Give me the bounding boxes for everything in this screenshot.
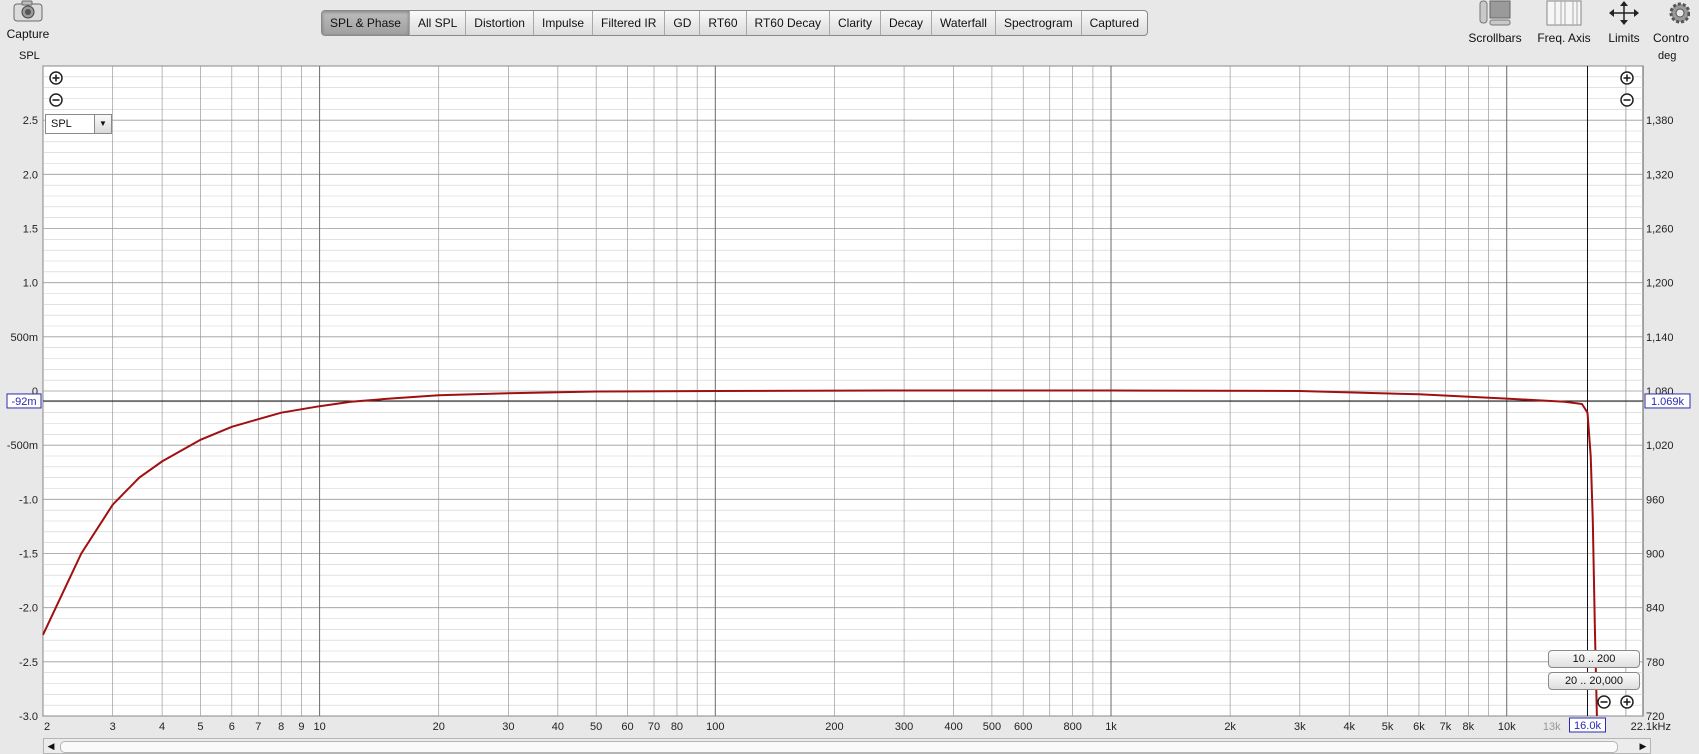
range-button-20-20000[interactable]: 20 .. 20,000: [1548, 672, 1640, 690]
x-tick-label: 80: [671, 721, 683, 733]
scroll-thumb[interactable]: [60, 741, 1618, 753]
y2-tick-label: 1,020: [1646, 440, 1674, 452]
y-tick-label: -1.0: [19, 494, 38, 506]
y2-tick-label: 900: [1646, 549, 1664, 561]
y-tick-label: -500m: [7, 440, 38, 452]
x-tick-label: 2k: [1224, 721, 1236, 733]
gear-icon: [1669, 2, 1691, 24]
y-tick-label: -3.0: [19, 711, 38, 723]
scrollbars-icon: [1479, 0, 1511, 26]
y2-tick-label: 1,140: [1646, 332, 1674, 344]
capture-button[interactable]: Capture: [6, 0, 50, 41]
cursor-left-value: -92m: [11, 396, 36, 408]
y2-tick-label: 960: [1646, 494, 1664, 506]
y2-tick-label: 840: [1646, 603, 1664, 615]
x-tick-label: 3: [110, 721, 116, 733]
y-tick-label: -2.0: [19, 603, 38, 615]
freq-axis-label: Freq. Axis: [1537, 31, 1591, 45]
y-tick-label: 2.0: [23, 169, 38, 181]
x-tick-label: 8k: [1463, 721, 1475, 733]
x-tick-label: 1k: [1105, 721, 1117, 733]
scroll-left-arrow-icon[interactable]: ◀: [44, 739, 58, 753]
x-tick-label: 4k: [1343, 721, 1355, 733]
limits-button[interactable]: Limits: [1601, 0, 1647, 45]
x-tick-label: 200: [825, 721, 843, 733]
horizontal-scrollbar[interactable]: ◀ ▶: [43, 738, 1651, 754]
y-tick-label: 1.0: [23, 278, 38, 290]
trace-select-value: SPL: [51, 118, 72, 130]
tab-decay[interactable]: Decay: [881, 11, 933, 35]
freq-axis-button[interactable]: Freq. Axis: [1536, 0, 1592, 45]
x-tick-label: 10k: [1498, 721, 1516, 733]
x-tick-label: 50: [590, 721, 602, 733]
controls-label: Contro: [1653, 31, 1690, 45]
tab-spl-phase[interactable]: SPL & Phase: [322, 11, 410, 35]
trace-select[interactable]: SPL ▼: [45, 114, 112, 134]
toolbar: Capture SPL & Phase All SPL Distortion Impu…: [0, 0, 1699, 58]
tab-rt60-decay[interactable]: RT60 Decay: [747, 11, 830, 35]
x-tick-label: 5: [197, 721, 203, 733]
x-tick-label: 60: [621, 721, 633, 733]
tab-distortion[interactable]: Distortion: [466, 11, 534, 35]
tab-waterfall[interactable]: Waterfall: [932, 11, 996, 35]
x-tick-label: 600: [1014, 721, 1032, 733]
limits-label: Limits: [1608, 31, 1640, 45]
x-tick-label: 6k: [1413, 721, 1425, 733]
x-tick-label: 10: [313, 721, 325, 733]
y-tick-label: -1.5: [19, 549, 38, 561]
y2-tick-label: 1,380: [1646, 115, 1674, 127]
x-tick-label: 9: [298, 721, 304, 733]
x-tick-label: 70: [648, 721, 660, 733]
cursor-right-value: 1.069k: [1651, 396, 1685, 408]
chevron-down-icon: ▼: [94, 115, 111, 133]
x-tick-label: 20: [433, 721, 445, 733]
x-tick-label: 300: [895, 721, 913, 733]
controls-button[interactable]: Contro: [1653, 0, 1699, 45]
scrollbars-label: Scrollbars: [1468, 31, 1522, 45]
x-tick-label: 7k: [1440, 721, 1452, 733]
x-tick-label: 4: [159, 721, 165, 733]
x-tick-label: 13k: [1543, 721, 1561, 733]
x-tick-label: 500: [983, 721, 1001, 733]
tab-all-spl[interactable]: All SPL: [410, 11, 467, 35]
freq-axis-icon: [1546, 0, 1582, 26]
tab-filtered-ir[interactable]: Filtered IR: [593, 11, 666, 35]
y-tick-label: 500m: [10, 332, 38, 344]
camera-icon: [13, 0, 43, 22]
x-tick-label: 100: [706, 721, 724, 733]
x-tick-label: 2: [44, 721, 50, 733]
tab-bar: SPL & Phase All SPL Distortion Impulse Filte…: [321, 10, 1149, 36]
cursor-freq-value: 16.0k: [1574, 720, 1601, 732]
y-tick-label: 2.5: [23, 115, 38, 127]
x-tick-label: 30: [502, 721, 514, 733]
tab-impulse[interactable]: Impulse: [534, 11, 594, 35]
x-tick-label: 3k: [1294, 721, 1306, 733]
x-tick-label: 7: [255, 721, 261, 733]
x-tick-label: 8: [278, 721, 284, 733]
y-tick-label: -2.5: [19, 657, 38, 669]
tab-spectrogram[interactable]: Spectrogram: [996, 11, 1082, 35]
capture-label: Capture: [6, 27, 50, 41]
y-tick-label: 1.5: [23, 224, 38, 236]
x-tick-label: 5k: [1382, 721, 1394, 733]
y2-tick-label: 780: [1646, 657, 1664, 669]
tab-gd[interactable]: GD: [665, 11, 701, 35]
x-tick-label: 400: [944, 721, 962, 733]
spl-phase-chart[interactable]: 2.52.01.51.0500m0-500m-1.0-1.5-2.0-2.5-3…: [0, 58, 1699, 738]
y2-tick-label: 1,260: [1646, 224, 1674, 236]
y2-tick-label: 1,200: [1646, 278, 1674, 290]
x-tick-label: 22.1kHz: [1631, 721, 1671, 733]
x-tick-label: 800: [1063, 721, 1081, 733]
limits-icon: [1609, 1, 1639, 25]
tab-clarity[interactable]: Clarity: [830, 11, 882, 35]
range-button-10-200[interactable]: 10 .. 200: [1548, 650, 1640, 668]
scrollbars-button[interactable]: Scrollbars: [1465, 0, 1525, 45]
y2-tick-label: 1,320: [1646, 169, 1674, 181]
scroll-right-arrow-icon[interactable]: ▶: [1636, 739, 1650, 753]
x-tick-label: 40: [552, 721, 564, 733]
tab-captured[interactable]: Captured: [1082, 11, 1147, 35]
x-tick-label: 6: [229, 721, 235, 733]
tab-rt60[interactable]: RT60: [700, 11, 747, 35]
